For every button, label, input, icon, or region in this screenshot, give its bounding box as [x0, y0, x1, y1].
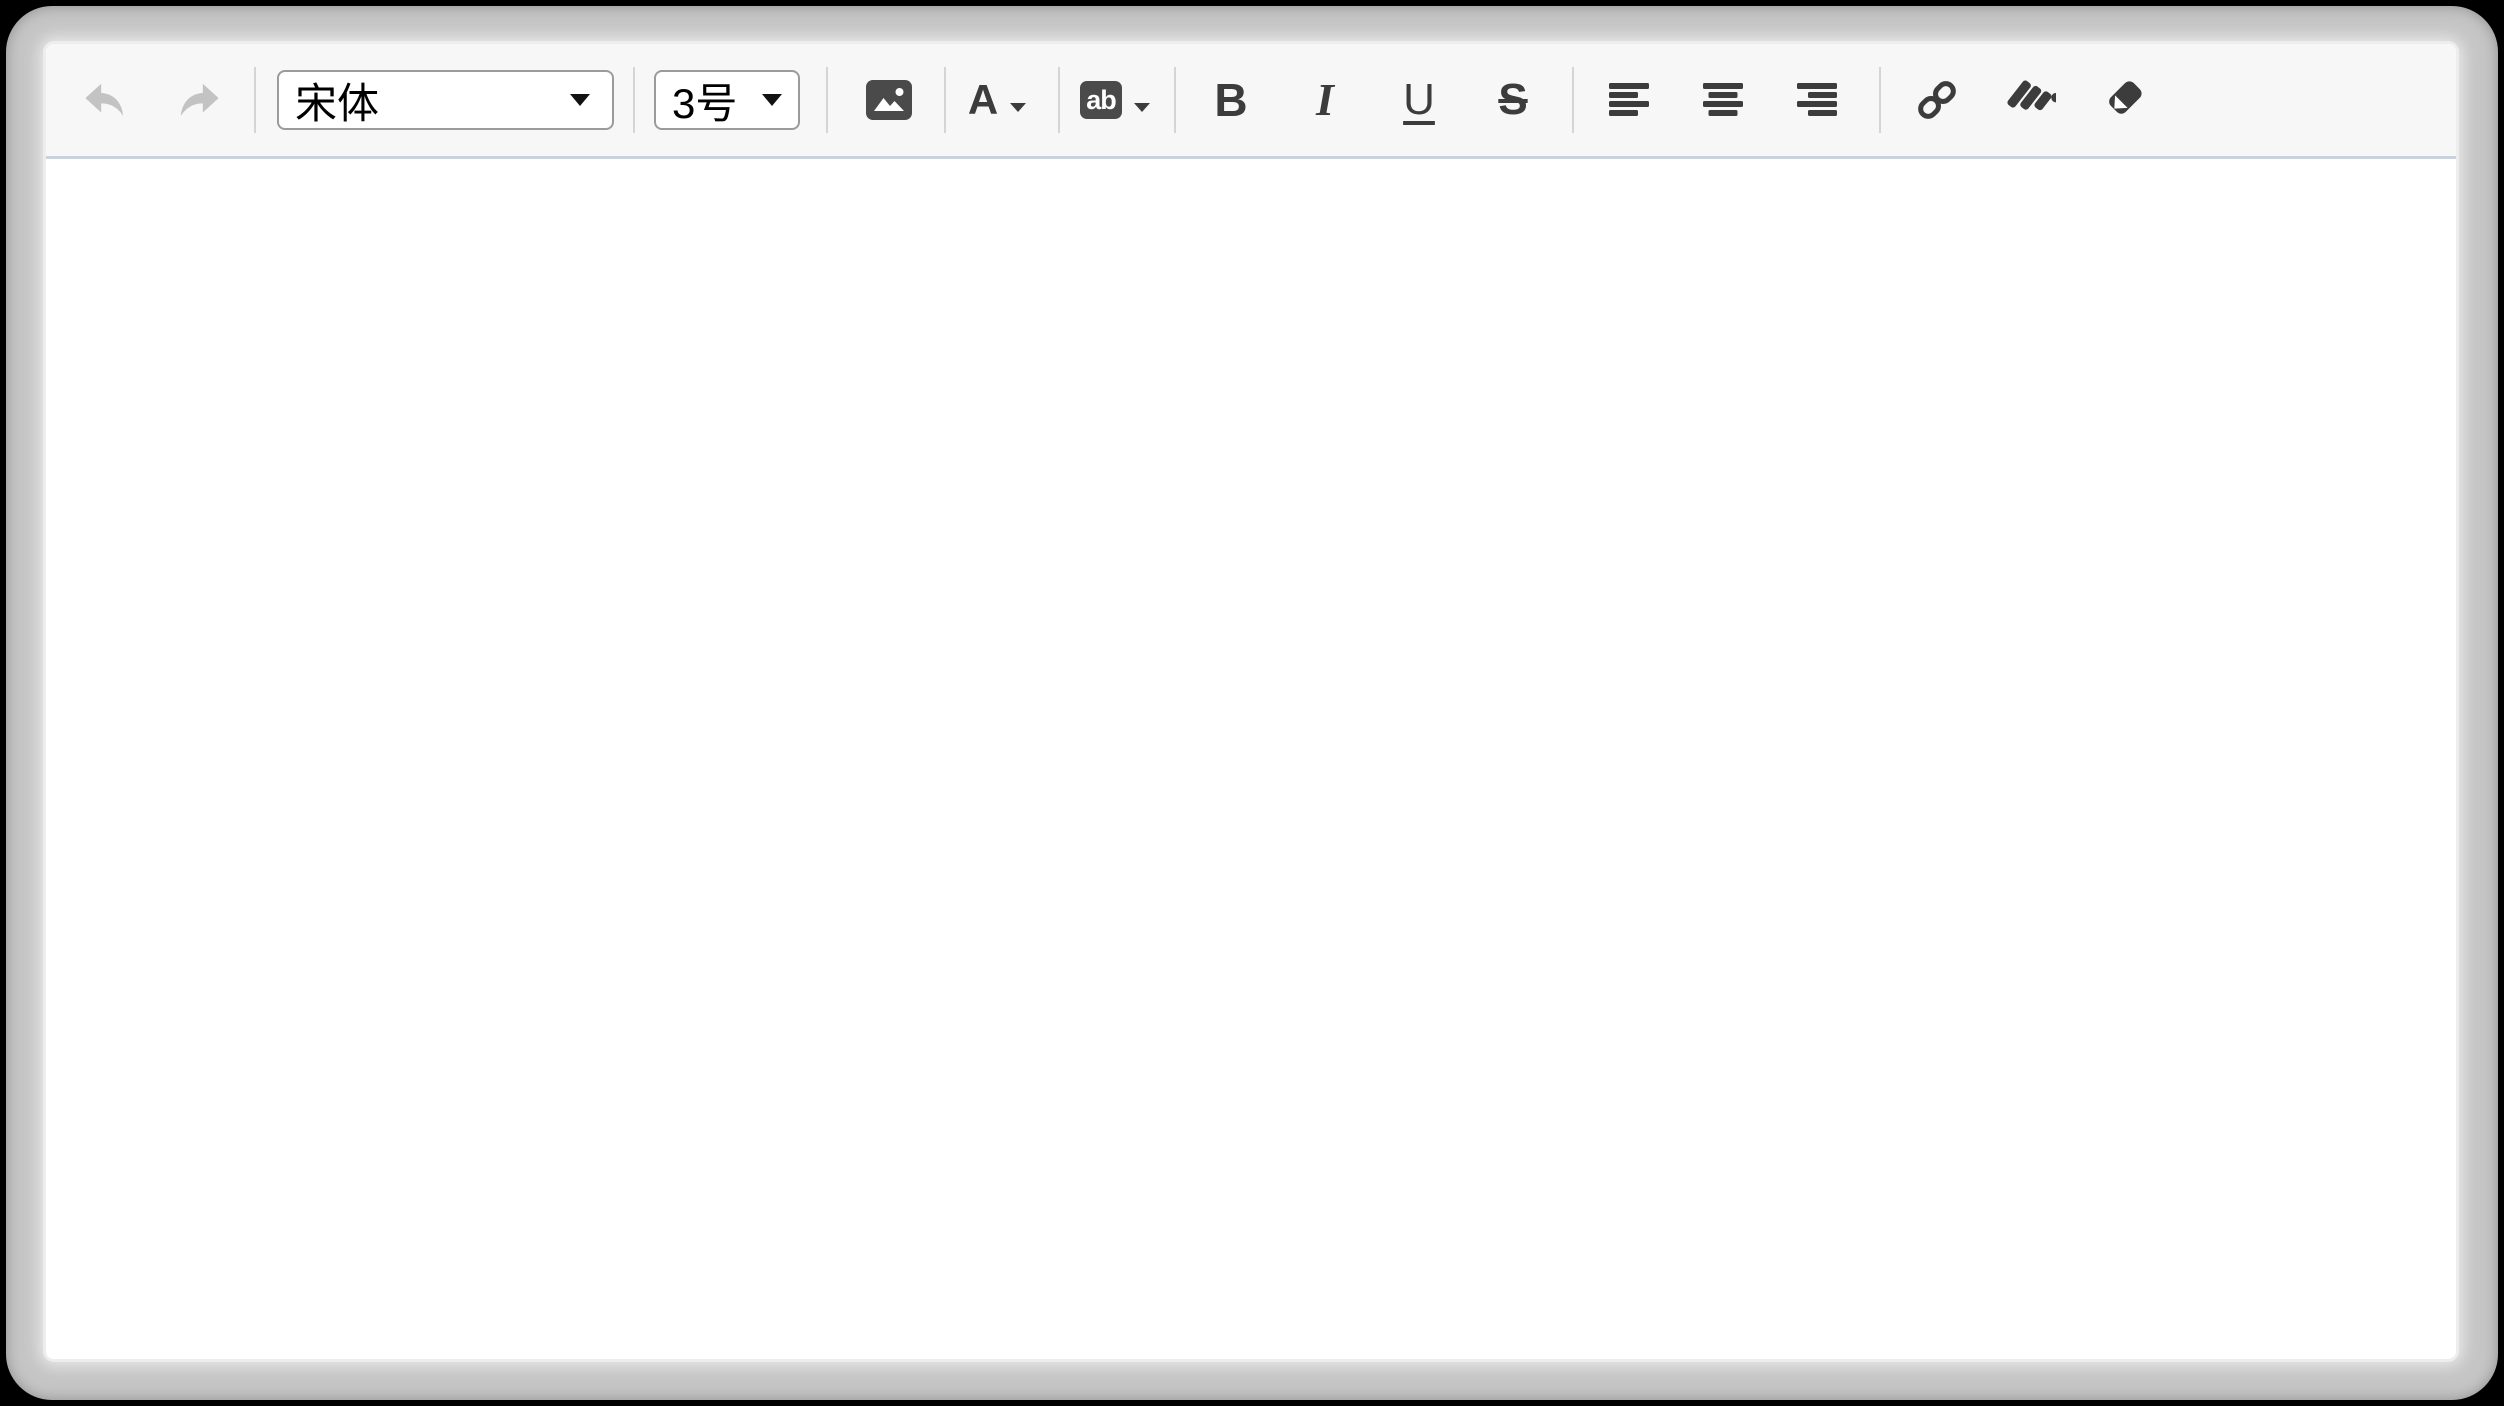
- format-brush-icon: [2006, 75, 2056, 125]
- font-color-label: A: [968, 79, 998, 121]
- font-size-select[interactable]: 3号: [654, 70, 800, 130]
- align-right-icon: [1795, 81, 1839, 119]
- editor-content[interactable]: [46, 159, 2456, 1359]
- highlight-icon: ab: [1080, 81, 1150, 119]
- caret-down-icon: [1134, 103, 1150, 112]
- insert-image-button[interactable]: [842, 53, 936, 147]
- rich-text-editor: 宋体 3号 A: [46, 44, 2456, 1359]
- toolbar-separator: [1174, 67, 1176, 133]
- strikethrough-button[interactable]: S: [1466, 53, 1560, 147]
- font-family-select[interactable]: 宋体: [277, 70, 614, 130]
- strikethrough-label: S: [1498, 78, 1527, 122]
- align-right-button[interactable]: [1770, 53, 1864, 147]
- eraser-button[interactable]: [2078, 53, 2172, 147]
- align-center-button[interactable]: [1676, 53, 1770, 147]
- toolbar-separator: [633, 67, 635, 133]
- toolbar-separator: [254, 67, 256, 133]
- font-family-value: 宋体: [279, 70, 379, 131]
- editor-toolbar: 宋体 3号 A: [46, 44, 2456, 159]
- italic-label: I: [1316, 77, 1334, 123]
- undo-button[interactable]: [58, 53, 152, 147]
- align-center-icon: [1701, 81, 1745, 119]
- italic-button[interactable]: I: [1278, 53, 1372, 147]
- redo-icon: [176, 77, 222, 123]
- highlight-color-button[interactable]: ab: [1068, 53, 1162, 147]
- font-size-value: 3号: [656, 70, 737, 131]
- undo-icon: [82, 77, 128, 123]
- font-color-icon: A: [968, 79, 1026, 121]
- align-left-button[interactable]: [1582, 53, 1676, 147]
- select-caret-icon: [570, 94, 590, 106]
- highlight-chip: ab: [1080, 81, 1122, 119]
- window-frame: 宋体 3号 A: [6, 6, 2498, 1400]
- format-brush-button[interactable]: [1984, 53, 2078, 147]
- toolbar-separator: [1058, 67, 1060, 133]
- underline-button[interactable]: U: [1372, 53, 1466, 147]
- font-color-button[interactable]: A: [950, 53, 1044, 147]
- toolbar-separator: [826, 67, 828, 133]
- eraser-icon: [2100, 75, 2150, 125]
- highlight-label: ab: [1086, 87, 1116, 114]
- select-caret-icon: [762, 94, 782, 106]
- align-left-icon: [1607, 81, 1651, 119]
- insert-link-button[interactable]: [1890, 53, 1984, 147]
- redo-button[interactable]: [152, 53, 246, 147]
- link-icon: [1913, 76, 1961, 124]
- toolbar-separator: [944, 67, 946, 133]
- underline-label: U: [1403, 78, 1435, 122]
- bold-label: B: [1214, 77, 1247, 123]
- image-icon: [866, 80, 912, 120]
- caret-down-icon: [1010, 103, 1026, 112]
- bold-button[interactable]: B: [1184, 53, 1278, 147]
- toolbar-separator: [1572, 67, 1574, 133]
- toolbar-separator: [1879, 67, 1881, 133]
